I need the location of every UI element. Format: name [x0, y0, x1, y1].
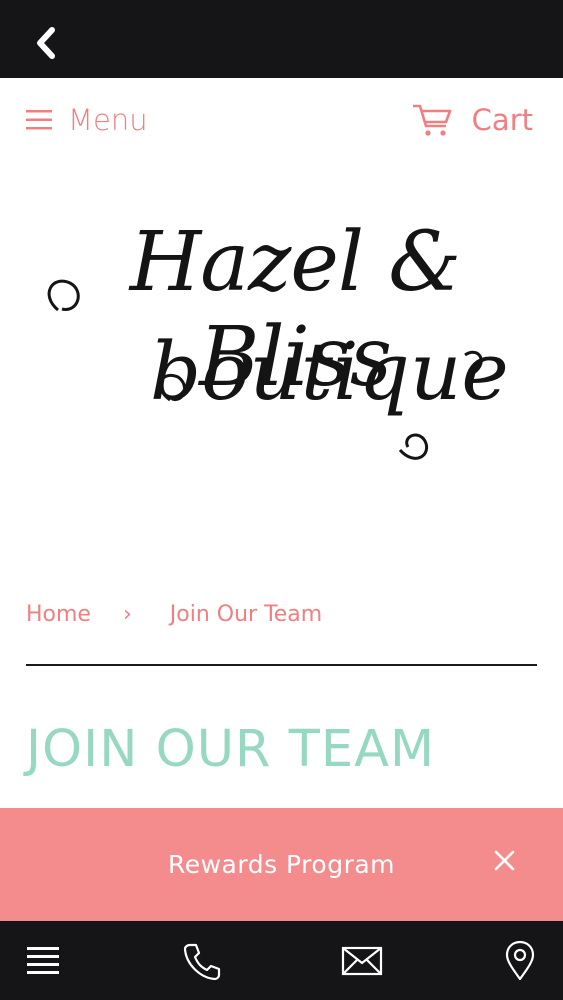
divider	[26, 664, 537, 666]
rewards-banner-text[interactable]: Rewards Program	[0, 808, 563, 921]
cart-button[interactable]: Cart	[412, 100, 533, 140]
tab-menu[interactable]	[22, 939, 66, 983]
menu-button[interactable]: Menu	[26, 100, 148, 140]
tab-phone[interactable]	[180, 939, 224, 983]
hamburger-icon	[26, 110, 52, 130]
tab-location[interactable]	[498, 939, 542, 983]
store-logo[interactable]: Hazel & Bliss boutique	[40, 205, 540, 495]
mail-icon	[341, 946, 383, 976]
back-button[interactable]	[32, 26, 62, 60]
tab-mail[interactable]	[340, 939, 384, 983]
site-nav: Menu Cart	[0, 78, 563, 168]
breadcrumb: Home › Join Our Team	[26, 602, 322, 627]
breadcrumb-home-link[interactable]: Home	[26, 602, 91, 627]
list-icon	[27, 947, 59, 974]
top-bar	[0, 0, 563, 78]
cart-label: Cart	[471, 103, 533, 137]
rewards-banner[interactable]: Rewards Program	[0, 808, 563, 921]
map-pin-icon	[505, 940, 535, 981]
page-title: JOIN OUR TEAM	[26, 720, 435, 779]
phone-icon	[183, 943, 221, 981]
logo-line-2: boutique	[150, 325, 509, 418]
close-icon	[494, 850, 515, 871]
chevron-left-icon	[37, 27, 55, 59]
shopping-cart-icon	[412, 104, 451, 136]
banner-close-button[interactable]	[490, 846, 520, 876]
bottom-tab-bar	[0, 921, 563, 1000]
breadcrumb-current-link[interactable]: Join Our Team	[170, 602, 322, 627]
breadcrumb-separator: ›	[122, 602, 132, 627]
menu-label: Menu	[68, 103, 148, 137]
